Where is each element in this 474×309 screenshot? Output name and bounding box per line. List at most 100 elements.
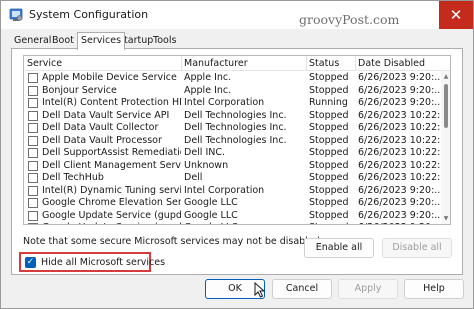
- status-cell: Stopped: [309, 197, 349, 208]
- date-disabled-cell: 6/26/2023 9:20:...: [358, 222, 440, 224]
- enable-all-button[interactable]: Enable all: [304, 238, 374, 258]
- manufacturer-cell: Intel Corporation: [184, 97, 265, 108]
- date-disabled-cell: 6/26/2023 10:22:...: [358, 109, 440, 121]
- service-checkbox[interactable]: [28, 210, 38, 221]
- service-name-cell: Bonjour Service: [42, 84, 117, 96]
- manufacturer-cell: Dell Technologies Inc.: [184, 109, 287, 121]
- manufacturer-cell: Apple Inc.: [184, 72, 232, 83]
- status-cell: Stopped: [309, 172, 349, 183]
- status-cell: Stopped: [309, 209, 349, 221]
- service-checkbox[interactable]: [28, 223, 38, 224]
- services-list[interactable]: Service Manufacturer Status Date Disable…: [23, 55, 451, 225]
- service-row[interactable]: Google Update Service (gupdatem)Google L…: [24, 222, 450, 224]
- system-configuration-window: System Configuration groovyPost.com ✕ Ge…: [0, 0, 474, 309]
- service-checkbox[interactable]: [28, 123, 38, 133]
- date-disabled-cell: 6/26/2023 10:22:...: [358, 122, 440, 133]
- manufacturer-cell: Apple Inc.: [184, 84, 232, 96]
- service-row[interactable]: Dell TechHub Dell Stopped 6/26/2023 10:22:.…: [24, 172, 450, 185]
- hide-microsoft-services-highlight: ✓ Hide all Microsoft services: [19, 252, 165, 272]
- date-disabled-cell: 6/26/2023 9:20:...: [358, 209, 440, 221]
- msconfig-app-icon: [9, 8, 23, 21]
- hide-microsoft-services-label[interactable]: Hide all Microsoft services: [41, 257, 165, 268]
- window-title: System Configuration: [29, 8, 149, 21]
- status-cell: Running: [309, 97, 348, 108]
- hide-microsoft-services-checkbox[interactable]: ✓: [25, 257, 36, 268]
- service-name-cell: Apple Mobile Device Service: [42, 72, 177, 83]
- date-disabled-cell: 6/26/2023 9:20:...: [358, 197, 440, 208]
- service-checkbox[interactable]: [28, 135, 38, 146]
- service-row[interactable]: Intel(R) Dynamic Tuning service Intel Cor…: [24, 184, 450, 198]
- service-row[interactable]: Dell SupportAssist Remediation Dell INC. S…: [24, 147, 450, 160]
- date-disabled-cell: 6/26/2023 9:20:...: [358, 72, 440, 83]
- column-header-manufacturer[interactable]: Manufacturer: [184, 58, 248, 69]
- service-checkbox[interactable]: [28, 98, 38, 108]
- service-name-cell: Intel(R) Dynamic Tuning service: [42, 184, 181, 196]
- service-row[interactable]: Apple Mobile Device Service Apple Inc. Sto…: [24, 72, 450, 85]
- status-cell: Stopped: [309, 222, 354, 224]
- apply-button[interactable]: Apply: [338, 279, 398, 299]
- manufacturer-cell: Unknown: [184, 159, 229, 171]
- service-row[interactable]: Intel(R) Content Protection HDCP ...Inte…: [24, 97, 450, 110]
- date-disabled-cell: 6/26/2023 10:22:...: [358, 172, 440, 183]
- disable-all-button[interactable]: Disable all: [382, 238, 452, 258]
- service-checkbox[interactable]: [28, 160, 38, 171]
- service-checkbox[interactable]: [28, 148, 38, 158]
- service-name-cell: Dell Data Vault Processor: [42, 134, 162, 146]
- tab-boot[interactable]: Boot: [49, 34, 77, 49]
- date-disabled-cell: 6/26/2023 9:20:...: [358, 84, 440, 96]
- date-disabled-cell: 6/26/2023 9:20:...: [358, 97, 440, 108]
- status-cell: Stopped: [309, 134, 349, 146]
- column-header-status[interactable]: Status: [309, 58, 339, 69]
- service-checkbox[interactable]: [28, 73, 38, 83]
- help-button[interactable]: Help: [404, 279, 464, 299]
- vertical-scrollbar[interactable]: ▲ ▼: [441, 71, 450, 224]
- close-button[interactable]: ✕: [439, 1, 473, 29]
- service-row[interactable]: Google Update Service (gupdate)Google LL…: [24, 209, 450, 223]
- mouse-pointer-icon: [254, 282, 266, 298]
- title-bar: System Configuration groovyPost.com ✕: [1, 1, 473, 29]
- service-row[interactable]: Bonjour Service Apple Inc. Stopped 6/26/202…: [24, 84, 450, 98]
- watermark-text: groovyPost.com: [299, 12, 400, 27]
- scroll-down-arrow-icon[interactable]: ▼: [442, 215, 450, 223]
- service-checkbox[interactable]: [28, 110, 38, 121]
- service-row[interactable]: Google Chrome Elevation Service ...Googl…: [24, 197, 450, 210]
- service-row[interactable]: Dell Client Management Service Unknown Sto…: [24, 159, 450, 173]
- service-row[interactable]: Dell Data Vault Service API Dell Technolo…: [24, 109, 450, 123]
- column-header-service[interactable]: Service: [27, 58, 62, 69]
- cancel-button[interactable]: Cancel: [272, 279, 332, 299]
- service-checkbox[interactable]: [28, 85, 38, 96]
- status-cell: Stopped: [309, 84, 349, 96]
- service-checkbox[interactable]: [28, 198, 38, 208]
- service-row[interactable]: Dell Data Vault Collector Dell Technologi…: [24, 122, 450, 135]
- tab-general[interactable]: General: [11, 34, 54, 49]
- service-name-cell: Google Update Service (gupdate): [42, 209, 181, 221]
- date-disabled-cell: 6/26/2023 10:22:...: [358, 159, 440, 171]
- tab-tools[interactable]: Tools: [150, 34, 179, 49]
- manufacturer-cell: Dell INC.: [184, 147, 226, 158]
- scrollbar-thumb[interactable]: [444, 84, 448, 128]
- secure-services-note: Note that some secure Microsoft services…: [23, 236, 323, 247]
- tab-services[interactable]: Services: [77, 32, 126, 50]
- scroll-up-arrow-icon[interactable]: ▲: [442, 73, 450, 81]
- service-name-cell: Dell Data Vault Service API: [42, 109, 170, 121]
- service-name-cell: Dell SupportAssist Remediation: [42, 147, 181, 158]
- status-cell: Stopped: [309, 147, 349, 158]
- service-name-cell: Google Chrome Elevation Service ...: [42, 197, 181, 208]
- column-divider[interactable]: [181, 56, 182, 71]
- service-checkbox[interactable]: [28, 185, 38, 196]
- manufacturer-cell: Google LLC: [184, 197, 238, 208]
- service-name-cell: Intel(R) Content Protection HDCP ...: [42, 97, 181, 108]
- manufacturer-cell: Dell: [184, 172, 203, 183]
- service-row[interactable]: Dell Data Vault Processor Dell Technologi…: [24, 134, 450, 148]
- service-name-cell: Dell Data Vault Collector: [42, 122, 159, 133]
- date-disabled-cell: 6/26/2023 9:20:...: [358, 184, 440, 196]
- status-cell: Stopped: [309, 72, 349, 83]
- list-header: Service Manufacturer Status Date Disable…: [24, 56, 450, 71]
- date-disabled-cell: 6/26/2023 10:22:...: [358, 147, 440, 158]
- column-divider[interactable]: [306, 56, 307, 71]
- services-panel: Service Manufacturer Status Date Disable…: [11, 48, 463, 275]
- service-checkbox[interactable]: [28, 173, 38, 183]
- status-cell: Stopped: [309, 109, 349, 121]
- column-divider[interactable]: [355, 56, 356, 71]
- column-header-date-disabled[interactable]: Date Disabled: [358, 58, 425, 69]
